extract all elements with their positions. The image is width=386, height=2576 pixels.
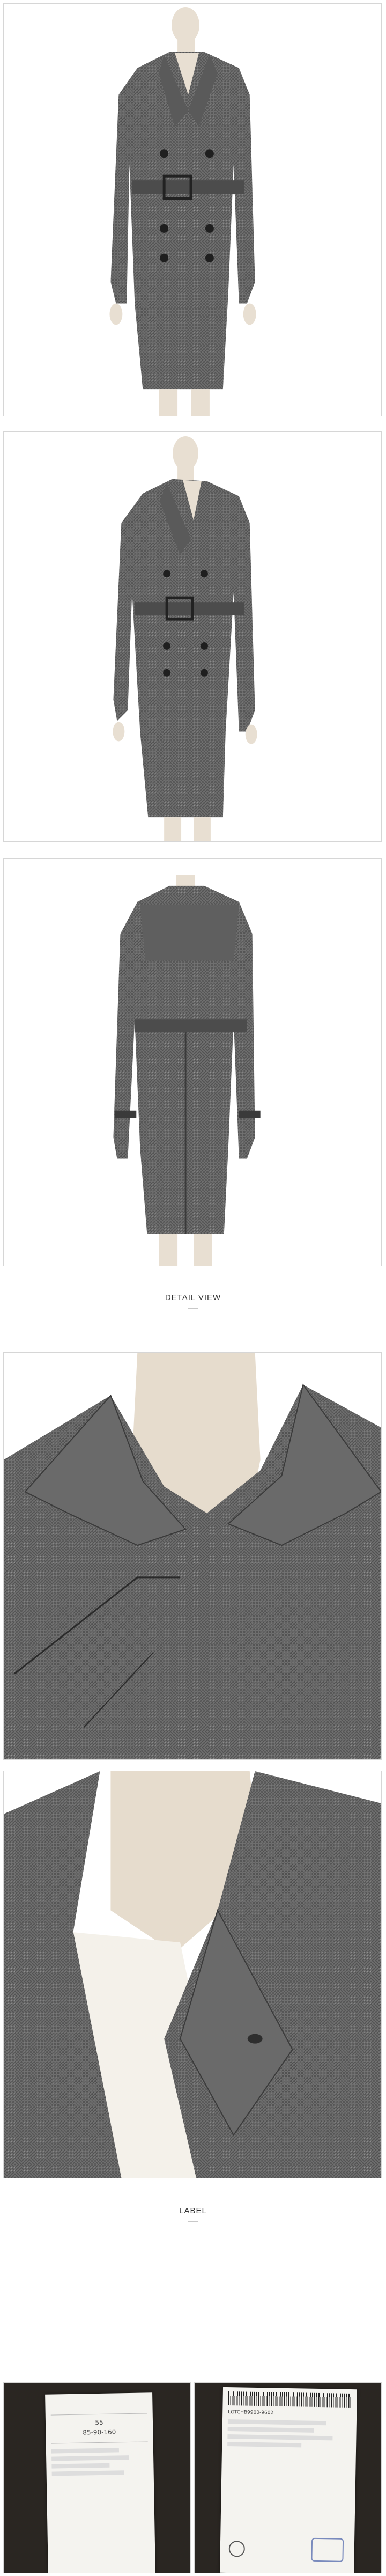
product-photo-back	[3, 858, 382, 1266]
product-photo-front	[3, 3, 382, 416]
care-label-photo-left: 55 85-90-160	[3, 2382, 191, 2573]
product-photo-angled	[3, 431, 382, 842]
care-label-photo-right: LGTCHB9900-9602	[194, 2382, 382, 2573]
detail-view-title: DETAIL VIEW	[165, 1293, 221, 1302]
product-info-tag: LGTCHB9900-9602	[219, 2387, 358, 2573]
kc-mark-icon	[228, 2541, 246, 2557]
certification-stamp-icon	[311, 2537, 344, 2562]
detail-photo-collar	[3, 1352, 382, 1760]
size-care-tag: 55 85-90-160	[45, 2392, 155, 2573]
label-photos: 55 85-90-160 LGTCHB9900-9602	[3, 2382, 382, 2573]
detail-title-divider	[188, 1308, 198, 1309]
label-title: LABEL	[179, 2206, 207, 2215]
product-code: LGTCHB9900-9602	[228, 2410, 274, 2416]
size-measurement: 85-90-160	[83, 2428, 116, 2436]
detail-photo-lapel	[3, 1771, 382, 2178]
label-title-divider	[188, 2221, 198, 2222]
